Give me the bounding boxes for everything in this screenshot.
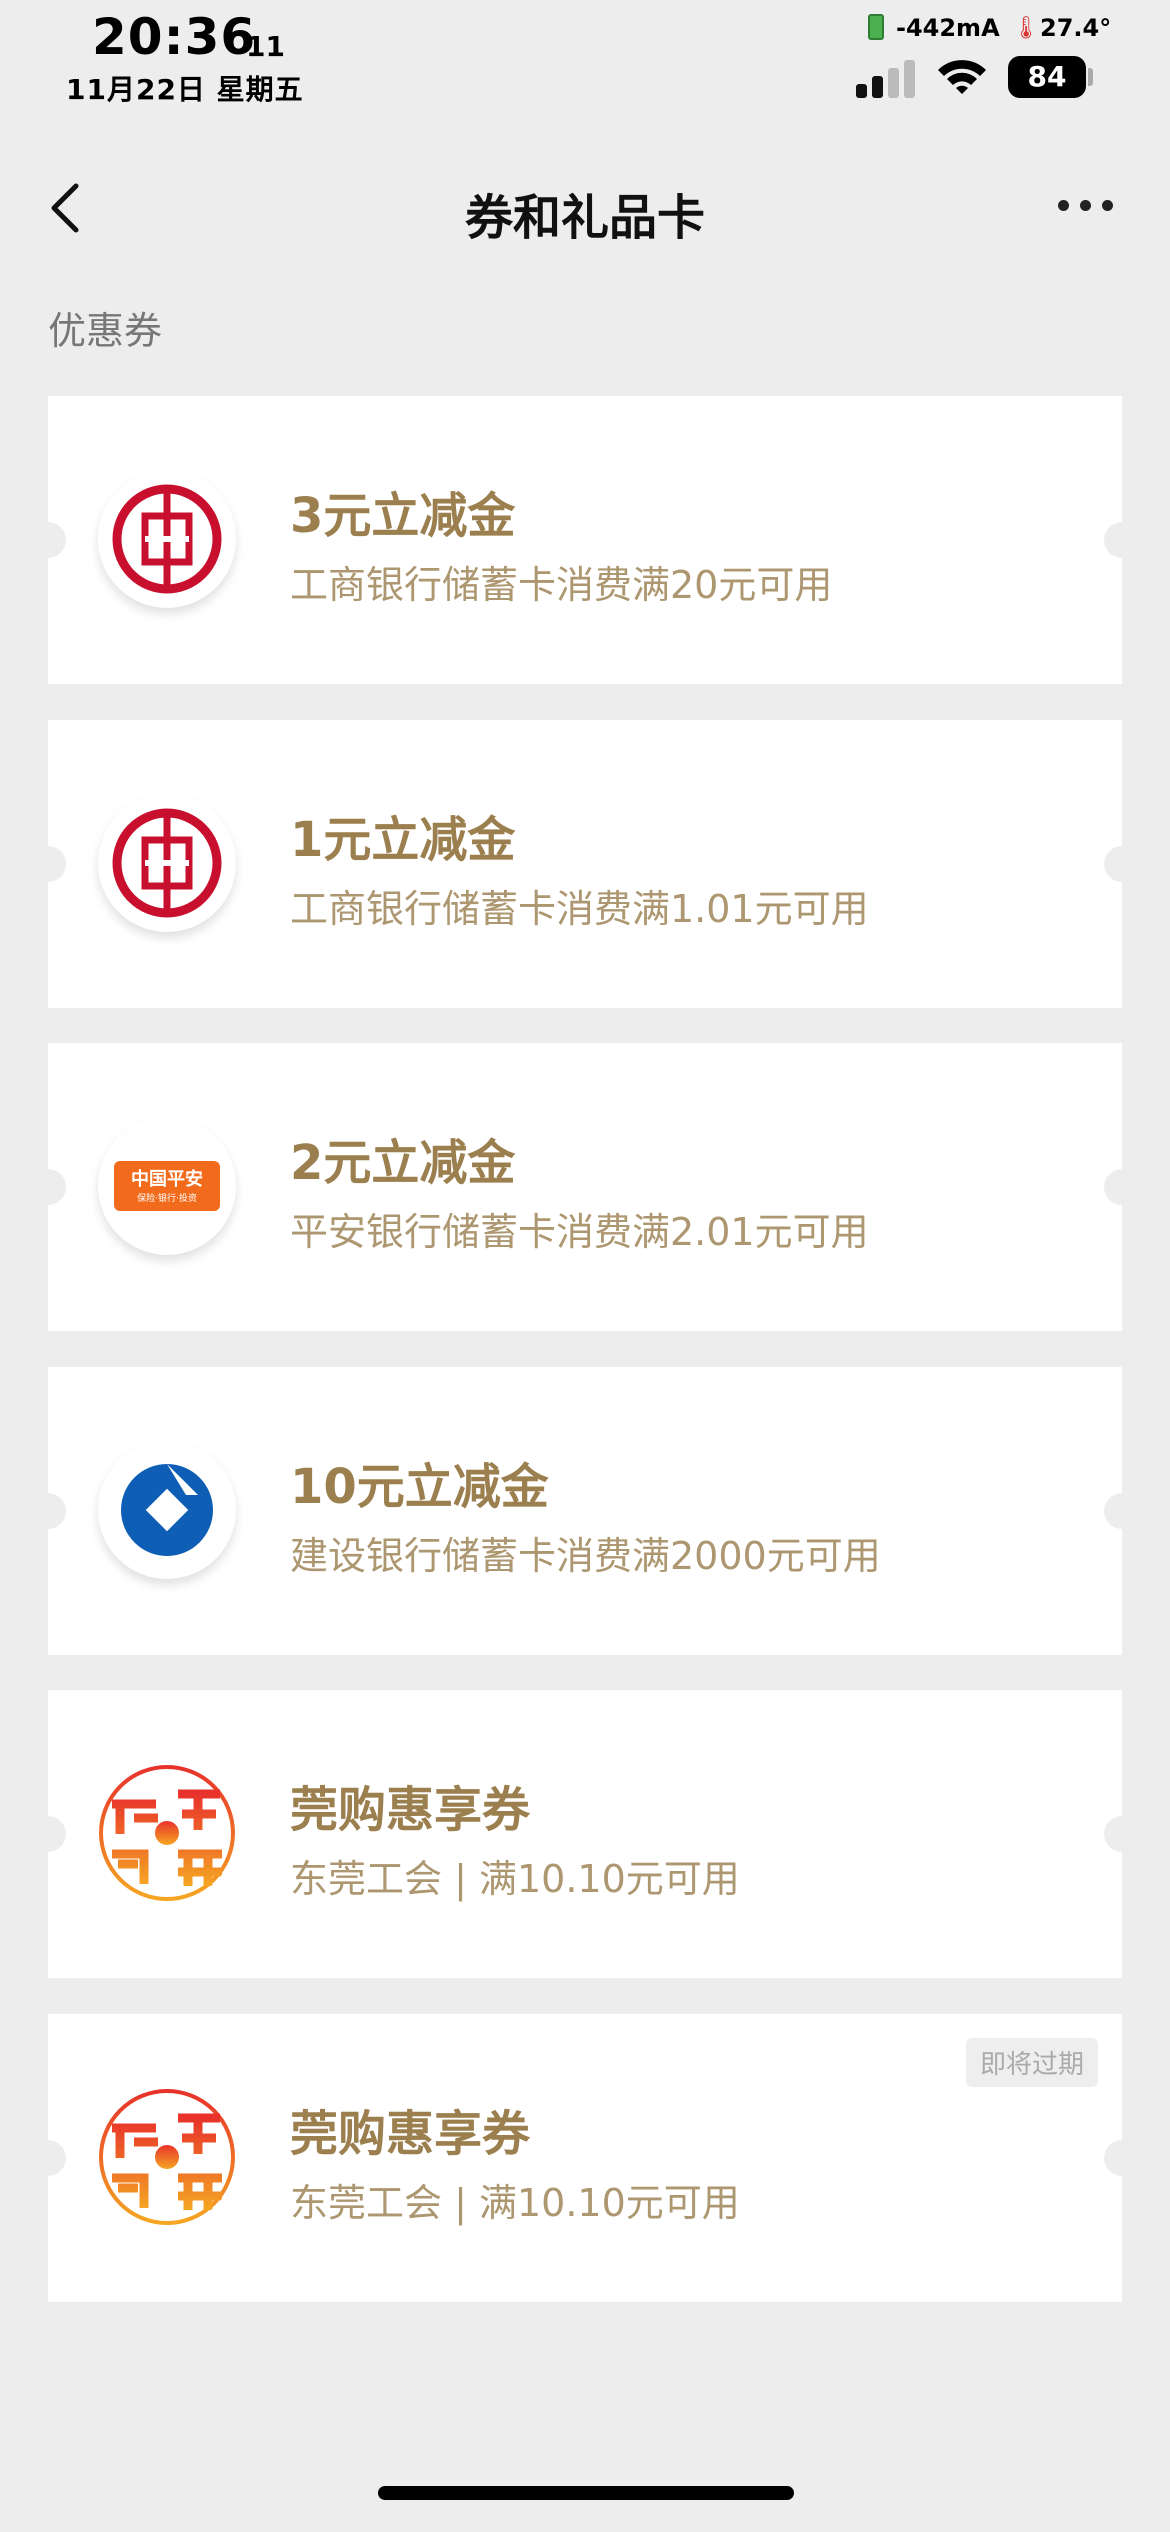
card-notch xyxy=(1104,1169,1140,1205)
coupon-description: 东莞工会 | 满10.10元可用 xyxy=(290,1857,740,1901)
card-notch xyxy=(30,522,66,558)
page-title: 券和礼品卡 xyxy=(464,190,705,246)
icbc-logo-icon xyxy=(98,794,236,932)
ccb-logo-icon xyxy=(98,1441,236,1579)
coupon-card[interactable]: 3元立减金 工商银行储蓄卡消费满20元可用 xyxy=(30,396,1140,684)
more-options-icon[interactable] xyxy=(1056,196,1116,216)
card-notch xyxy=(1104,1493,1140,1529)
card-notch xyxy=(1104,522,1140,558)
coupon-card[interactable]: 莞购惠享券 东莞工会 | 满10.10元可用 xyxy=(30,1690,1140,1978)
battery-nub xyxy=(1088,68,1093,86)
dongguan-union-logo-icon xyxy=(98,2088,236,2226)
coupon-title: 1元立减金 xyxy=(290,812,516,868)
card-notch xyxy=(30,1493,66,1529)
coupon-card[interactable]: 中国平安 保险·银行·投资 2元立减金 平安银行储蓄卡消费满2.01元可用 xyxy=(30,1043,1140,1331)
section-title-coupons: 优惠券 xyxy=(48,309,163,353)
status-current: -442mA xyxy=(896,14,1000,42)
icbc-logo-icon xyxy=(98,470,236,608)
coupon-title: 莞购惠享券 xyxy=(290,1782,531,1838)
status-temperature: 27.4° xyxy=(1040,14,1112,42)
expiring-soon-badge: 即将过期 xyxy=(965,2038,1098,2087)
pingan-logo-text: 中国平安 xyxy=(131,1169,203,1190)
card-notch xyxy=(1104,2140,1140,2176)
pingan-logo-subtext: 保险·银行·投资 xyxy=(137,1194,197,1204)
battery-level: 84 xyxy=(1008,56,1086,98)
dongguan-union-logo-icon xyxy=(98,1764,236,1902)
coupon-description: 平安银行储蓄卡消费满2.01元可用 xyxy=(290,1210,869,1254)
coupon-card[interactable]: 10元立减金 建设银行储蓄卡消费满2000元可用 xyxy=(30,1367,1140,1655)
status-date: 11月22日 星期五 xyxy=(66,73,304,106)
card-notch xyxy=(30,1816,66,1852)
coupon-description: 东莞工会 | 满10.10元可用 xyxy=(290,2181,740,2225)
coupon-description: 建设银行储蓄卡消费满2000元可用 xyxy=(290,1534,881,1578)
coupon-description: 工商银行储蓄卡消费满1.01元可用 xyxy=(290,887,869,931)
coupon-title: 10元立减金 xyxy=(290,1459,549,1515)
coupon-description: 工商银行储蓄卡消费满20元可用 xyxy=(290,563,833,607)
wifi-icon xyxy=(938,60,986,94)
charging-battery-icon xyxy=(868,14,884,40)
status-time: 20:36 xyxy=(92,8,257,66)
coupon-title: 2元立减金 xyxy=(290,1135,516,1191)
home-indicator[interactable] xyxy=(378,2486,794,2500)
card-notch xyxy=(1104,1816,1140,1852)
pingan-logo-icon: 中国平安 保险·银行·投资 xyxy=(98,1117,236,1255)
coupon-title: 3元立减金 xyxy=(290,488,516,544)
card-notch xyxy=(30,2140,66,2176)
thermometer-icon: 🌡 xyxy=(1012,16,1040,41)
card-notch xyxy=(30,846,66,882)
card-notch xyxy=(30,1169,66,1205)
cellular-signal-icon xyxy=(856,58,918,98)
coupon-card[interactable]: 即将过期 莞购惠享券 东莞工会 | 满10.10元可用 xyxy=(30,2014,1140,2302)
coupon-card[interactable]: 1元立减金 工商银行储蓄卡消费满1.01元可用 xyxy=(30,720,1140,1008)
coupon-title: 莞购惠享券 xyxy=(290,2106,531,2162)
card-notch xyxy=(1104,846,1140,882)
status-time-seconds: 11 xyxy=(246,30,285,63)
